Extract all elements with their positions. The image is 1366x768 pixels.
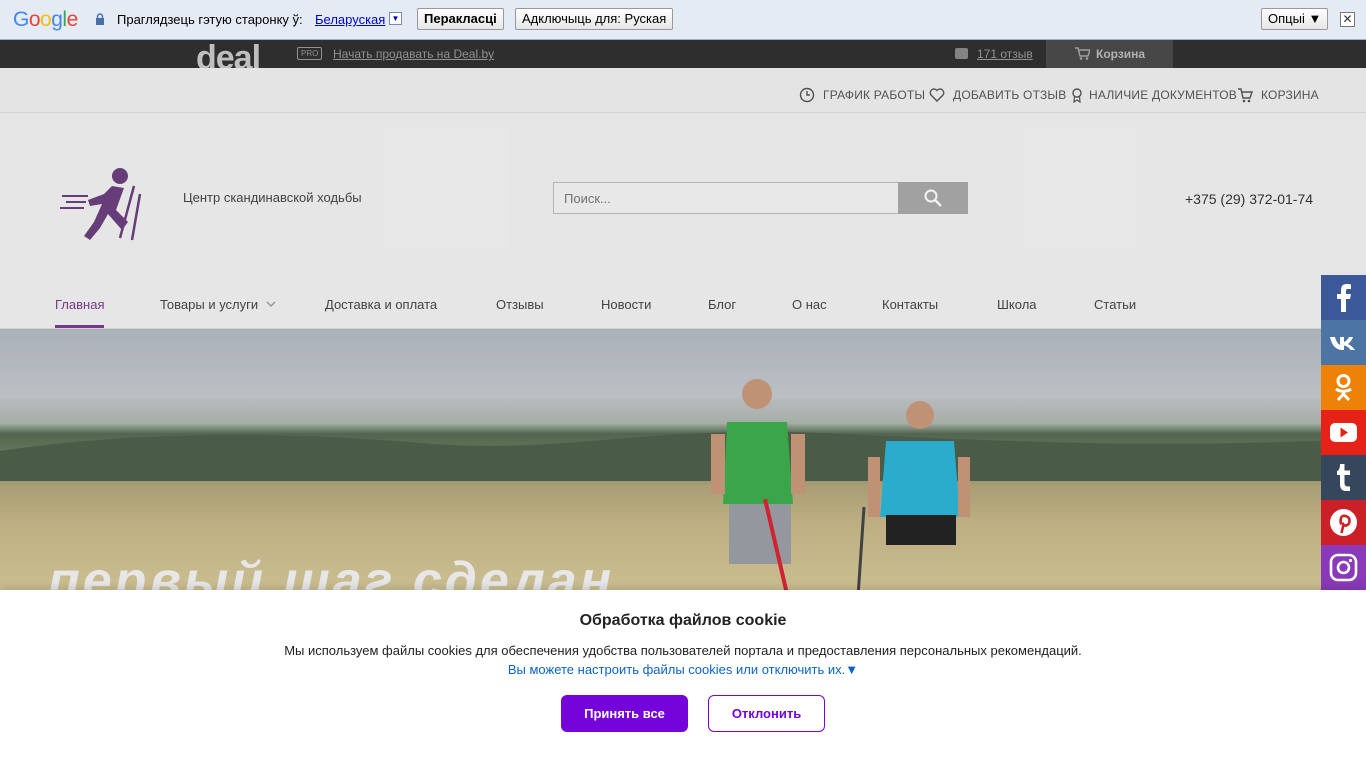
language-dropdown-button[interactable]: ▼ [389, 12, 402, 25]
nav-item-blog[interactable]: Блог [708, 297, 736, 312]
google-translate-bar: Google Праглядзець гэтую старонку ў: Бел… [0, 0, 1366, 40]
cart-icon [1238, 88, 1253, 103]
award-icon [1072, 88, 1082, 103]
main-navigation: Главная Товары и услуги Доставка и оплат… [0, 288, 1366, 329]
deal-top-bar: deal PRO Начать продавать на Deal.by 171… [0, 40, 1366, 68]
nav-item-about[interactable]: О нас [792, 297, 827, 312]
search-button[interactable] [898, 182, 968, 214]
pinterest-icon [1330, 509, 1357, 536]
deal-logo[interactable]: deal [196, 40, 260, 68]
heart-icon [929, 88, 945, 102]
cookie-title: Обработка файлов cookie [579, 612, 787, 629]
tumblr-link[interactable] [1321, 455, 1366, 500]
pinterest-link[interactable] [1321, 500, 1366, 545]
options-button[interactable]: Опцыі ▼ [1261, 8, 1329, 30]
hero-banner: первый шаг сделан [0, 329, 1366, 591]
cookie-settings-link[interactable]: Вы можете настроить файлы cookies или от… [0, 662, 1366, 677]
active-nav-indicator [55, 325, 104, 328]
deal-cart-button[interactable]: Корзина [1046, 40, 1173, 68]
instagram-icon [1329, 553, 1358, 582]
man-walker-figure [711, 379, 805, 591]
phone-number[interactable]: +375 (29) 372-01-74 [1185, 191, 1313, 207]
google-logo: Google [13, 8, 78, 31]
youtube-icon [1330, 423, 1357, 442]
start-selling-link[interactable]: Начать продавать на Deal.by [333, 47, 494, 61]
nav-item-articles[interactable]: Статьи [1094, 297, 1136, 312]
nav-item-school[interactable]: Школа [997, 297, 1037, 312]
reviews-icon [955, 48, 968, 59]
translate-prompt: Праглядзець гэтую старонку ў: [117, 12, 303, 27]
odnoklassniki-link[interactable] [1321, 365, 1366, 410]
vk-icon [1330, 337, 1355, 350]
clock-icon [799, 87, 815, 103]
cookie-description: Мы используем файлы cookies для обеспече… [284, 643, 1082, 658]
nav-item-contacts[interactable]: Контакты [882, 297, 938, 312]
tumblr-icon [1337, 464, 1350, 491]
woman-walker-figure [856, 401, 970, 591]
disable-translate-button[interactable]: Адключыць для: Руская [515, 8, 674, 30]
social-links-strip [1321, 275, 1366, 590]
nav-item-delivery[interactable]: Доставка и оплата [325, 297, 437, 312]
facebook-icon [1337, 284, 1351, 312]
reviews-link[interactable]: 171 отзыв [977, 47, 1033, 61]
documents-link[interactable]: НАЛИЧИЕ ДОКУМЕНТОВ [1089, 88, 1237, 102]
deal-cart-label: Корзина [1096, 47, 1146, 61]
odnoklassniki-icon [1335, 374, 1352, 402]
search-icon [924, 189, 942, 207]
schedule-link[interactable]: ГРАФИК РАБОТЫ [823, 88, 925, 102]
cart-link[interactable]: КОРЗИНА [1261, 88, 1319, 102]
add-review-link[interactable]: ДОБАВИТЬ ОТЗЫВ [953, 88, 1066, 102]
nav-item-products[interactable]: Товары и услуги [160, 297, 258, 312]
chevron-down-icon [266, 301, 276, 307]
site-tagline: Центр скандинавской ходьбы [183, 190, 362, 205]
accept-all-button[interactable]: Принять все [561, 695, 688, 732]
pro-badge: PRO [297, 47, 323, 60]
nordic-walker-logo[interactable] [60, 166, 150, 242]
hills-background [0, 431, 1366, 481]
target-language-link[interactable]: Беларуская [315, 12, 385, 27]
youtube-link[interactable] [1321, 410, 1366, 455]
lock-icon [96, 13, 104, 25]
nav-item-home[interactable]: Главная [55, 297, 104, 312]
cookie-consent-banner: Обработка файлов cookie Мы используем фа… [0, 590, 1366, 768]
facebook-link[interactable] [1321, 275, 1366, 320]
cart-icon [1075, 47, 1090, 60]
hero-headline: первый шаг сделан [48, 552, 615, 591]
vk-link[interactable] [1321, 320, 1366, 365]
nav-item-reviews[interactable]: Отзывы [496, 297, 544, 312]
decline-button[interactable]: Отклонить [708, 695, 825, 732]
close-translate-bar-button[interactable]: ✕ [1340, 12, 1355, 27]
instagram-link[interactable] [1321, 545, 1366, 590]
utility-bar: ГРАФИК РАБОТЫ ДОБАВИТЬ ОТЗЫВ НАЛИЧИЕ ДОК… [0, 68, 1366, 113]
nav-item-news[interactable]: Новости [601, 297, 651, 312]
search-input[interactable]: Поиск... [553, 182, 899, 214]
translate-button[interactable]: Перакласці [417, 8, 504, 30]
